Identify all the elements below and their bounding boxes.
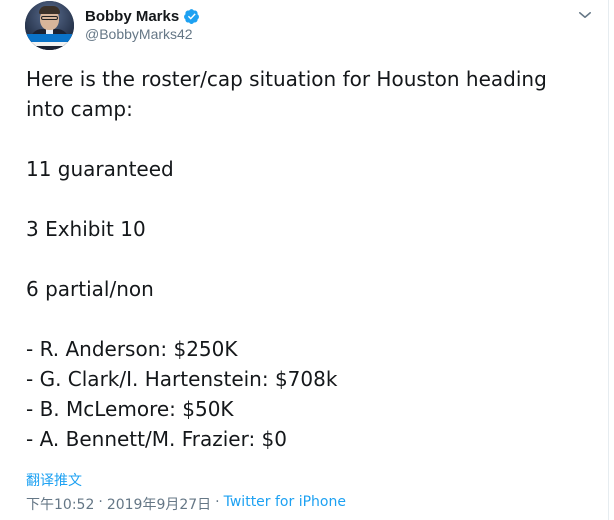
avatar[interactable] xyxy=(25,1,74,50)
tweet-line: 11 guaranteed xyxy=(26,157,174,181)
tweet-line: 3 Exhibit 10 xyxy=(26,217,146,241)
tweet-line: into camp: xyxy=(26,97,133,121)
verified-badge-icon xyxy=(184,8,200,24)
meta-separator: · xyxy=(215,494,220,510)
tweet-card: Bobby Marks @BobbyMarks42 Here is the ro… xyxy=(0,0,614,520)
tweet-date[interactable]: 2019年9月27日 xyxy=(107,494,211,514)
avatar-tv-lower-third xyxy=(27,34,72,42)
translate-tweet-link[interactable]: 翻译推文 xyxy=(26,470,82,490)
avatar-tv-lower-third-strip xyxy=(27,42,72,46)
tweet-metadata: 下午10:52 · 2019年9月27日 · Twitter for iPhon… xyxy=(26,494,346,514)
meta-separator: · xyxy=(98,494,103,510)
tweet-time[interactable]: 下午10:52 xyxy=(26,494,94,514)
tweet-line: 6 partial/non xyxy=(26,277,154,301)
avatar-glasses xyxy=(41,16,58,20)
author-name-row[interactable]: Bobby Marks xyxy=(85,6,200,26)
column-divider xyxy=(608,0,609,520)
tweet-line: - A. Bennett/M. Frazier: $0 xyxy=(26,427,287,451)
tweet-line: Here is the roster/cap situation for Hou… xyxy=(26,67,547,91)
tweet-line: - R. Anderson: $250K xyxy=(26,337,238,361)
author-display-name[interactable]: Bobby Marks xyxy=(85,8,179,25)
tweet-line: - B. McLemore: $50K xyxy=(26,397,234,421)
avatar-hair xyxy=(39,6,60,14)
author-handle[interactable]: @BobbyMarks42 xyxy=(85,26,193,42)
chevron-down-icon[interactable] xyxy=(576,6,594,24)
tweet-line: - G. Clark/I. Hartenstein: $708k xyxy=(26,367,338,391)
tweet-source-link[interactable]: Twitter for iPhone xyxy=(224,494,346,514)
tweet-text: Here is the roster/cap situation for Hou… xyxy=(26,64,586,454)
